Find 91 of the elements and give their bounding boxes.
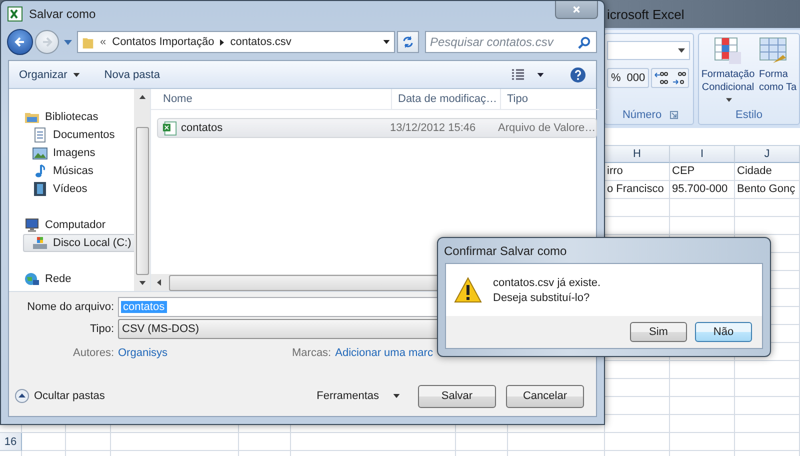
table-format-icon	[759, 37, 787, 65]
view-options-icon[interactable]	[511, 68, 525, 80]
dropdown-arrow-icon	[726, 98, 732, 102]
help-icon[interactable]	[570, 66, 586, 82]
breadcrumb[interactable]: contatos.csv	[230, 36, 292, 48]
dropdown-arrow-icon[interactable]	[383, 40, 390, 44]
column-header[interactable]: I	[670, 146, 735, 163]
field-label: Nome do arquivo:	[26, 301, 115, 313]
history-dropdown-icon[interactable]	[64, 40, 72, 44]
increase-decimal-icon[interactable]	[654, 71, 668, 85]
spreadsheet-icon	[7, 6, 23, 22]
dialog-button[interactable]: Sim	[630, 322, 687, 342]
dialog-button[interactable]: Não	[695, 322, 752, 342]
column-header[interactable]: Nome	[151, 89, 392, 109]
table-cell-text: irro	[606, 164, 624, 179]
back-arrow-icon	[14, 36, 26, 48]
dropdown-arrow-icon	[678, 48, 685, 53]
warning-icon	[454, 277, 482, 303]
refresh-arrows-icon	[402, 36, 414, 48]
toolbar-button[interactable]: Nova pasta	[100, 66, 168, 82]
table-cell-text: o Francisco	[606, 182, 665, 197]
dialog-button[interactable]: Salvar	[418, 384, 496, 408]
breadcrumb[interactable]: Contatos Importação	[112, 36, 214, 48]
dropdown-arrow-icon[interactable]	[537, 72, 544, 76]
window-title: icrosoft Excel	[607, 6, 684, 22]
network-globe-icon	[24, 271, 40, 287]
nav-item[interactable]: Disco Local (C:)	[23, 234, 134, 252]
search-field[interactable]: Pesquisar contatos.csv	[425, 31, 597, 53]
scroll-left-icon	[157, 279, 161, 286]
breadcrumb-arrow-icon	[220, 38, 224, 46]
close-button[interactable]	[555, 1, 598, 19]
overflow-chevron[interactable]: «	[100, 36, 106, 48]
computer-icon	[24, 217, 40, 233]
file-type: Arquivo de Valore…	[498, 122, 596, 134]
field-label: Marcas:	[292, 347, 332, 359]
dialog-title: Confirmar Salvar como	[444, 244, 567, 258]
collapse-icon	[15, 389, 29, 403]
column-header[interactable]: Data de modificaç…	[392, 89, 501, 109]
dialog-title: Salvar como	[29, 7, 96, 21]
ribbon-button[interactable]: Forma como Ta	[759, 37, 799, 107]
table-cell-text: 95.700-000	[671, 182, 729, 197]
toolbar-button[interactable]: Organizar	[15, 66, 88, 82]
dialog-launcher-icon[interactable]	[670, 111, 678, 119]
search-icon	[578, 36, 591, 48]
nav-item[interactable]: Documentos	[23, 126, 134, 144]
hide-folders-button[interactable]: Ocultar pastas	[15, 389, 105, 403]
image-icon	[32, 145, 48, 161]
ribbon-button[interactable]: Formatação Condicional	[699, 37, 757, 107]
nav-item[interactable]: Músicas	[23, 162, 134, 180]
file-date: 13/12/2012 15:46	[390, 122, 476, 134]
dropdown-arrow-icon	[393, 394, 400, 398]
group-label: Número	[622, 109, 662, 121]
nav-item[interactable]: Rede	[15, 270, 134, 288]
file-name: contatos	[181, 122, 223, 134]
dropdown-arrow-icon	[73, 72, 80, 76]
column-header[interactable]: Tipo	[501, 89, 599, 109]
nav-item[interactable]: Imagens	[23, 144, 134, 162]
film-icon	[32, 181, 48, 197]
nav-item[interactable]: Computador	[15, 216, 134, 234]
table-cell-text: Cidade	[736, 164, 773, 179]
back-button[interactable]	[7, 29, 33, 55]
field-label: Tipo:	[88, 323, 115, 335]
file-row[interactable]: contatos 13/12/2012 15:46 Arquivo de Valore…	[157, 118, 597, 138]
add-tag-link[interactable]: Adicionar uma marc	[335, 347, 433, 359]
column-header[interactable]: H	[605, 146, 670, 163]
drive-icon	[32, 235, 48, 251]
scrollbar[interactable]	[134, 89, 150, 291]
decrease-decimal-icon[interactable]	[672, 71, 686, 85]
refresh-button[interactable]	[397, 31, 419, 53]
author-link[interactable]: Organisys	[118, 347, 288, 359]
number-format-button[interactable]: 000	[624, 70, 648, 86]
csv-file-icon	[162, 120, 177, 136]
row-header[interactable]: 16	[0, 433, 22, 451]
forward-arrow-icon	[41, 36, 53, 48]
document-icon	[32, 127, 48, 143]
conditional-format-icon	[714, 37, 742, 65]
scroll-down-icon	[138, 281, 146, 286]
table-cell-text: CEP	[671, 164, 696, 179]
table-cell-text: Bento Gonç	[736, 182, 796, 197]
field-label: Autores:	[72, 347, 114, 359]
scroll-up-icon	[138, 95, 146, 99]
tools-button[interactable]: Ferramentas	[310, 390, 406, 402]
address-bar[interactable]: « Contatos Importação contatos.csv	[77, 31, 395, 53]
message-text: contatos.csv já existe.	[493, 276, 601, 288]
close-icon	[572, 5, 581, 14]
number-format-button[interactable]: %	[608, 70, 624, 86]
group-label: Estilo	[736, 109, 762, 121]
nav-item[interactable]: Bibliotecas	[15, 108, 134, 126]
nav-item[interactable]: Vídeos	[23, 180, 134, 198]
dialog-button[interactable]: Cancelar	[506, 384, 584, 408]
column-header[interactable]: J	[735, 146, 800, 163]
